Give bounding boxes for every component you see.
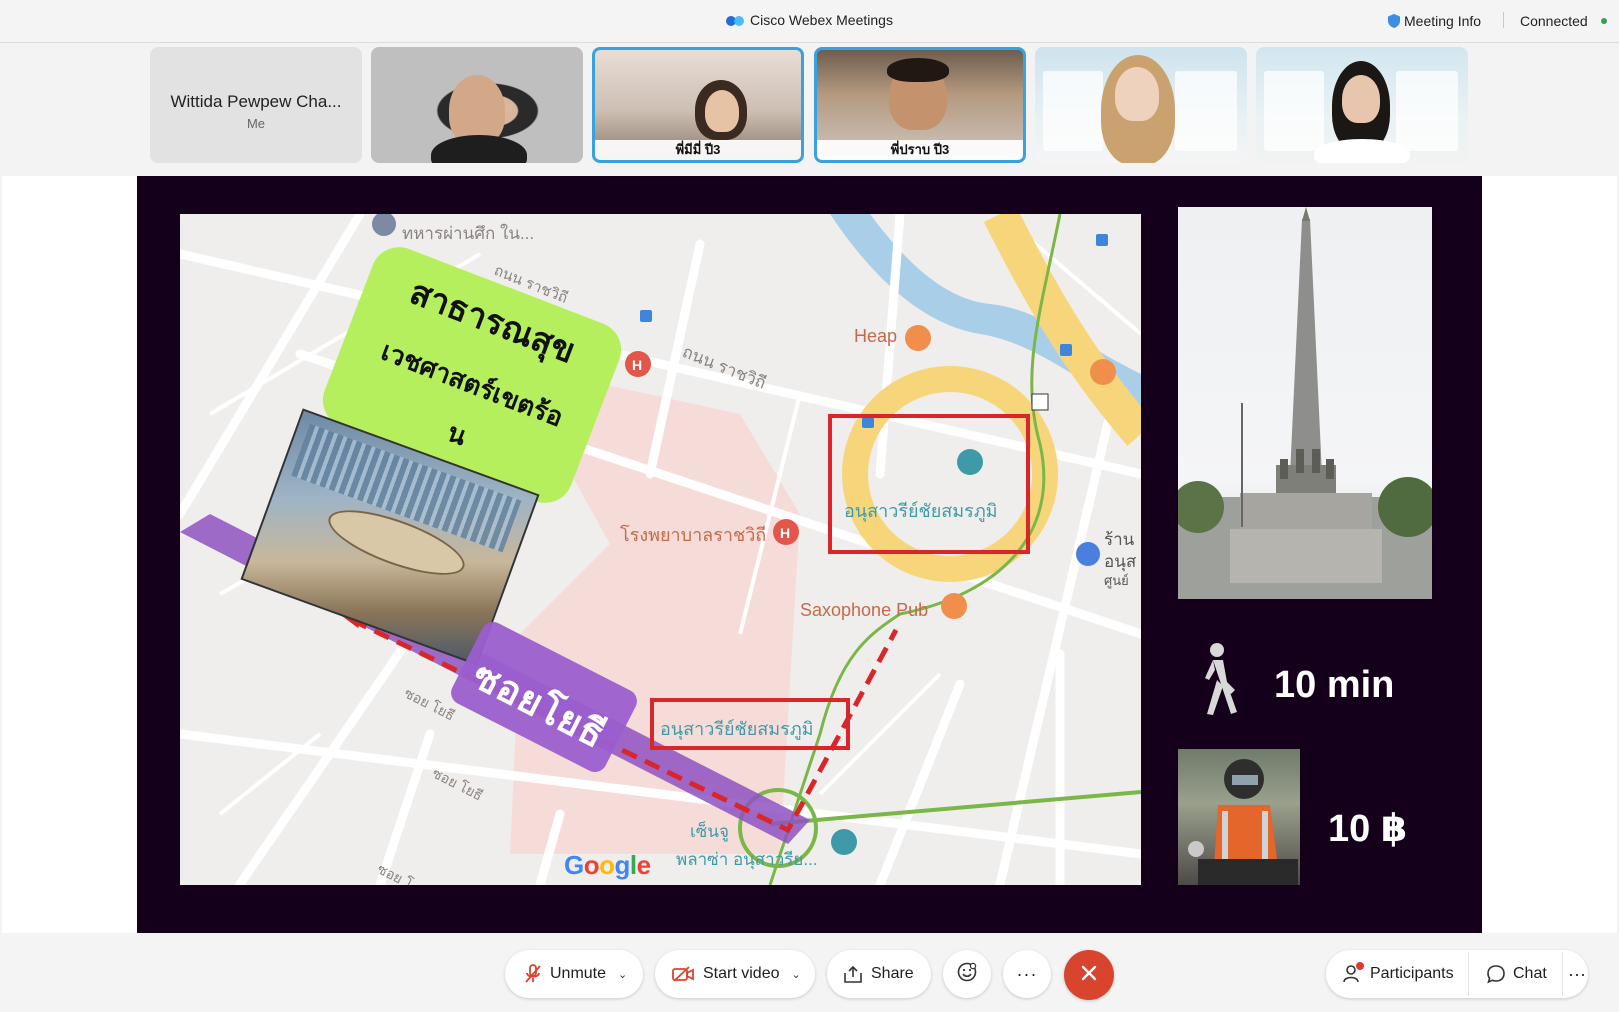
participants-button[interactable]: Participants	[1342, 950, 1454, 998]
close-icon	[1081, 965, 1097, 986]
chat-label: Chat	[1513, 965, 1547, 982]
map-label: ศูนย์	[1104, 573, 1129, 588]
participant-video	[1314, 139, 1410, 163]
participant-tile[interactable]	[1035, 47, 1247, 163]
participant-tile[interactable]: พี่มีมี่ ปี3	[592, 47, 804, 163]
notification-dot	[1356, 962, 1364, 970]
walk-time-label: 10 min	[1274, 664, 1395, 706]
participant-video	[1115, 67, 1159, 121]
participant-video	[431, 135, 527, 163]
map-poi-label: Heap	[854, 326, 898, 346]
share-button[interactable]: Share	[827, 950, 931, 998]
unmute-button[interactable]: Unmute ⌄	[505, 950, 643, 998]
map-poi-label: Saxophone Pub	[800, 600, 929, 620]
participant-video	[705, 90, 739, 132]
more-options-icon: ···	[1016, 963, 1038, 984]
map-label: ทหารผ่านศึก ใน...	[402, 224, 535, 243]
reactions-button[interactable]	[943, 950, 991, 998]
panel-controls: Participants Chat ···	[1326, 950, 1588, 998]
map-poi-label: โรงพยาบาลราชวิถี	[620, 525, 767, 545]
unmute-label: Unmute	[550, 965, 607, 982]
walking-person-icon	[1191, 642, 1239, 721]
bts-highlight-box	[650, 698, 850, 750]
boarding-pass-background	[1264, 71, 1324, 151]
map-label: พลาซ่า อนุสาวรีย...	[676, 850, 818, 869]
boarding-pass-background	[1396, 71, 1458, 151]
title-divider	[1503, 12, 1504, 28]
svg-text:H: H	[780, 525, 790, 541]
boarding-pass-background	[1043, 71, 1103, 151]
app-title: Cisco Webex Meetings	[0, 12, 1619, 31]
start-video-label: Start video	[703, 965, 780, 982]
self-name: Wittida Pewpew Cha...	[170, 92, 342, 111]
participant-tile-self[interactable]: Wittida Pewpew Cha... Me	[150, 47, 362, 163]
connection-dot-icon	[1601, 18, 1607, 24]
pill-divider	[1468, 952, 1469, 996]
self-sub: Me	[246, 116, 266, 131]
monument-illustration	[1178, 207, 1432, 599]
chat-button[interactable]: Chat	[1486, 950, 1547, 998]
map-label: เซ็นจู	[690, 822, 729, 841]
chevron-down-icon[interactable]: ⌄	[618, 968, 627, 981]
video-off-icon	[672, 966, 694, 982]
participant-tile[interactable]	[371, 47, 583, 163]
participants-label: Participants	[1370, 965, 1454, 982]
participant-tile[interactable]: พี่ปราบ ปี3	[814, 47, 1026, 163]
chevron-down-icon[interactable]: ⌄	[791, 968, 800, 981]
webex-logo-icon	[726, 14, 745, 31]
start-video-button[interactable]: Start video ⌄	[655, 950, 815, 998]
participant-name-tag: พี่มีมี่ ปี3	[595, 140, 801, 160]
pill-divider	[1562, 952, 1563, 996]
meeting-info-button[interactable]: Meeting Info	[1388, 13, 1481, 29]
participant-name-tag: พี่ปราบ ปี3	[817, 140, 1023, 160]
microphone-muted-icon	[525, 964, 541, 984]
app-title-text: Cisco Webex Meetings	[750, 12, 893, 28]
participant-tile[interactable]	[1256, 47, 1468, 163]
google-logo: Google	[564, 850, 651, 880]
motorcycle-taxi-photo	[1178, 749, 1300, 885]
map-image: H H ทหารผ่านศึก ใน... ถนน ราชวิถี ถนน รา…	[180, 214, 1141, 885]
chat-icon	[1486, 964, 1506, 984]
shield-icon	[1388, 14, 1400, 28]
more-options-button[interactable]: ···	[1003, 950, 1051, 998]
monument-highlight-box	[828, 414, 1030, 554]
share-icon	[844, 965, 862, 983]
participants-icon	[1342, 962, 1364, 984]
participant-video	[887, 58, 949, 82]
overflow-menu-button[interactable]: ···	[1568, 950, 1586, 998]
svg-text:H: H	[632, 357, 642, 373]
share-label: Share	[871, 965, 914, 982]
title-bar: Cisco Webex Meetings Meeting Info Connec…	[0, 0, 1619, 43]
connection-status: Connected	[1520, 13, 1588, 29]
meeting-info-label: Meeting Info	[1404, 13, 1482, 29]
victory-monument-photo	[1178, 207, 1432, 599]
emoji-smile-icon	[957, 962, 977, 987]
end-meeting-button[interactable]	[1064, 950, 1114, 1000]
overflow-icon: ···	[1568, 963, 1586, 984]
participant-video	[1342, 75, 1380, 123]
boarding-pass-background	[1175, 71, 1237, 151]
motorcycle-fare-label: 10 ฿	[1328, 808, 1408, 850]
